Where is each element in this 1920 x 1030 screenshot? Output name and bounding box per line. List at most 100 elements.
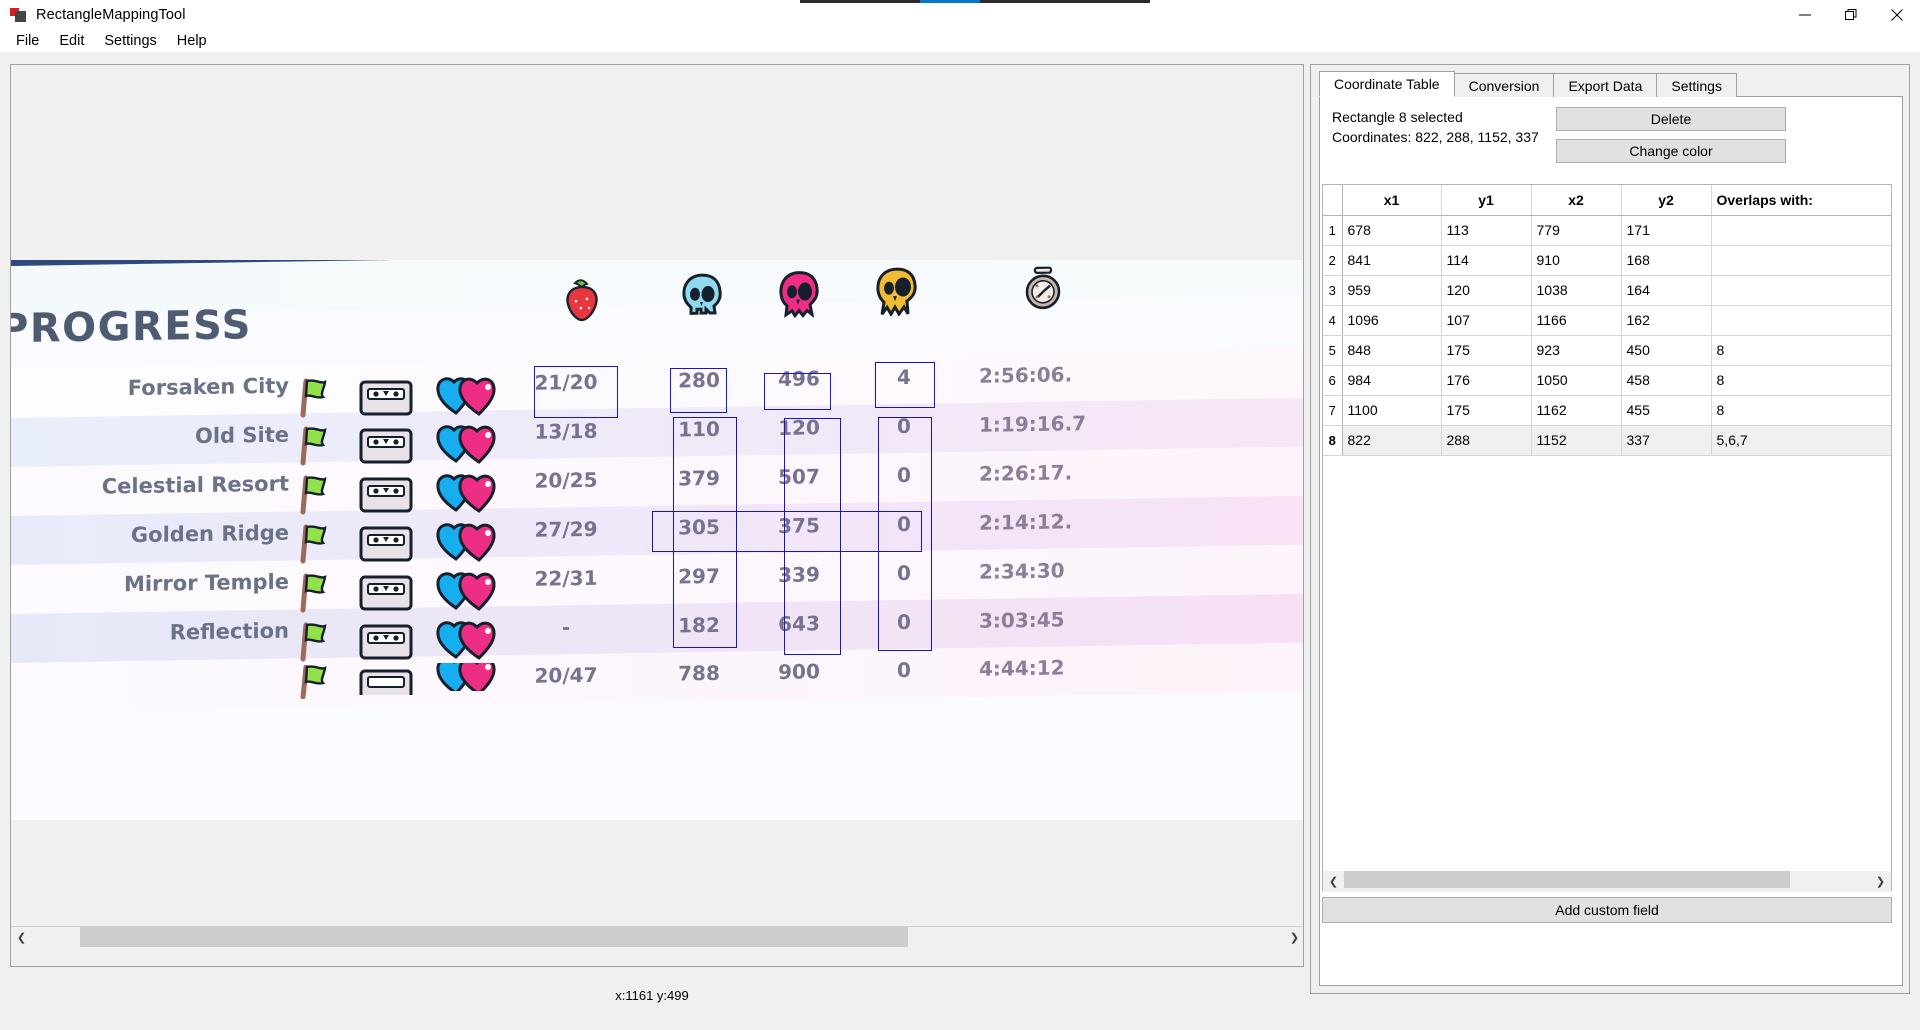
- image-canvas[interactable]: PROGRESS Forsaken City 21/20 280 496 4 2…: [11, 65, 1303, 947]
- table-scroll-left-icon[interactable]: ❮: [1323, 871, 1344, 892]
- cell-x1[interactable]: 848: [1342, 335, 1442, 366]
- row-index[interactable]: 3: [1323, 275, 1343, 306]
- app-icon: [10, 7, 27, 23]
- tab-conversion[interactable]: Conversion: [1453, 73, 1555, 97]
- cell-y2[interactable]: 455: [1621, 395, 1712, 426]
- tab-coordinate-table[interactable]: Coordinate Table: [1319, 71, 1455, 97]
- cell-x2[interactable]: 1050: [1531, 365, 1622, 396]
- cell-y1[interactable]: 175: [1441, 395, 1532, 426]
- table-row-selected[interactable]: 8 822 288 1152 337 5,6,7: [1323, 425, 1891, 456]
- table-row[interactable]: 1 678 113 779 171: [1323, 215, 1891, 246]
- cell-overlaps[interactable]: 8: [1711, 365, 1891, 396]
- maximize-icon[interactable]: [1828, 0, 1874, 30]
- row-index[interactable]: 7: [1323, 395, 1343, 426]
- row-index[interactable]: 6: [1323, 365, 1343, 396]
- cell-overlaps[interactable]: 5,6,7: [1711, 425, 1891, 456]
- cell-y1[interactable]: 175: [1441, 335, 1532, 366]
- delete-button[interactable]: Delete: [1556, 107, 1786, 131]
- hearts-icon: [434, 517, 504, 568]
- canvas-scroll-track[interactable]: [32, 926, 1284, 947]
- table-horizontal-scrollbar[interactable]: ❮ ❯: [1322, 871, 1892, 892]
- table-scroll-thumb[interactable]: [1344, 871, 1790, 888]
- coordinate-table-container[interactable]: x1 y1 x2 y2 Overlaps with: 1 678 113 779: [1322, 184, 1892, 872]
- column-header-overlaps[interactable]: Overlaps with:: [1711, 185, 1891, 216]
- column-header-index[interactable]: [1323, 185, 1343, 216]
- window-controls: [1782, 0, 1920, 30]
- change-color-button[interactable]: Change color: [1556, 139, 1786, 163]
- cell-overlaps[interactable]: 8: [1711, 395, 1891, 426]
- menu-edit[interactable]: Edit: [49, 32, 94, 50]
- cell-x2[interactable]: 923: [1531, 335, 1622, 366]
- row-index[interactable]: 8: [1323, 425, 1343, 456]
- cell-x2[interactable]: 910: [1531, 245, 1622, 276]
- row-index[interactable]: 5: [1323, 335, 1343, 366]
- cell-x2[interactable]: 1162: [1531, 395, 1622, 426]
- row-index[interactable]: 4: [1323, 305, 1343, 336]
- cell-x2[interactable]: 1038: [1531, 275, 1622, 306]
- cell-y2[interactable]: 162: [1621, 305, 1712, 336]
- canvas-scroll-thumb[interactable]: [80, 926, 908, 947]
- window-title: RectangleMappingTool: [36, 7, 186, 23]
- cell-overlaps[interactable]: [1711, 245, 1891, 276]
- cassette-icon: [358, 524, 414, 569]
- table-row[interactable]: 5 848 175 923 450 8: [1323, 335, 1891, 366]
- cell-y2[interactable]: 168: [1621, 245, 1712, 276]
- cell-y1[interactable]: 120: [1441, 275, 1532, 306]
- cell-overlaps[interactable]: 8: [1711, 335, 1891, 366]
- table-scroll-track[interactable]: [1344, 871, 1870, 892]
- tab-export-data[interactable]: Export Data: [1553, 73, 1658, 97]
- cell-x2[interactable]: 1166: [1531, 305, 1622, 336]
- cell-x1[interactable]: 678: [1342, 215, 1442, 246]
- cell-x1[interactable]: 841: [1342, 245, 1442, 276]
- cell-overlaps[interactable]: [1711, 305, 1891, 336]
- scroll-right-icon[interactable]: ❯: [1284, 926, 1303, 947]
- close-icon[interactable]: [1874, 0, 1920, 30]
- cell-x1[interactable]: 822: [1342, 425, 1442, 456]
- table-row[interactable]: 4 1096 107 1166 162: [1323, 305, 1891, 336]
- cell-y2[interactable]: 458: [1621, 365, 1712, 396]
- cell-overlaps[interactable]: [1711, 215, 1891, 246]
- cell-x2[interactable]: 1152: [1531, 425, 1622, 456]
- cell-x1[interactable]: 984: [1342, 365, 1442, 396]
- row-index[interactable]: 2: [1323, 245, 1343, 276]
- table-scroll-right-icon[interactable]: ❯: [1870, 871, 1891, 892]
- cell-y1[interactable]: 113: [1441, 215, 1532, 246]
- canvas-horizontal-scrollbar[interactable]: ❮ ❯: [11, 926, 1303, 947]
- table-row[interactable]: 7 1100 175 1162 455 8: [1323, 395, 1891, 426]
- scroll-left-icon[interactable]: ❮: [11, 926, 32, 947]
- table-row[interactable]: 6 984 176 1050 458 8: [1323, 365, 1891, 396]
- hearts-icon: [434, 371, 504, 422]
- cell-y2[interactable]: 171: [1621, 215, 1712, 246]
- cell-y1[interactable]: 176: [1441, 365, 1532, 396]
- cell-y2[interactable]: 164: [1621, 275, 1712, 306]
- cell-y1[interactable]: 288: [1441, 425, 1532, 456]
- cell-x2[interactable]: 779: [1531, 215, 1622, 246]
- cell-x1[interactable]: 1096: [1342, 305, 1442, 336]
- menu-settings[interactable]: Settings: [94, 32, 166, 50]
- image-canvas-panel[interactable]: PROGRESS Forsaken City 21/20 280 496 4 2…: [10, 64, 1304, 967]
- delete-button-label: Delete: [1650, 111, 1692, 127]
- column-header-x1[interactable]: x1: [1342, 185, 1442, 216]
- menu-help[interactable]: Help: [167, 32, 217, 50]
- cell-y1[interactable]: 114: [1441, 245, 1532, 276]
- column-header-x2[interactable]: x2: [1531, 185, 1622, 216]
- column-header-y1[interactable]: y1: [1441, 185, 1532, 216]
- column-header-y2[interactable]: y2: [1621, 185, 1712, 216]
- cell-y1[interactable]: 107: [1441, 305, 1532, 336]
- flag-icon: [294, 521, 338, 570]
- cell-x1[interactable]: 959: [1342, 275, 1442, 306]
- table-row[interactable]: 3 959 120 1038 164: [1323, 275, 1891, 306]
- hearts-icon: [434, 615, 504, 666]
- table-row[interactable]: 2 841 114 910 168: [1323, 245, 1891, 276]
- menu-bar: File Edit Settings Help: [0, 30, 1920, 52]
- row-index[interactable]: 1: [1323, 215, 1343, 246]
- add-custom-field-button[interactable]: Add custom field: [1322, 897, 1892, 923]
- cell-y2[interactable]: 450: [1621, 335, 1712, 366]
- cell-overlaps[interactable]: [1711, 275, 1891, 306]
- cell-y2[interactable]: 337: [1621, 425, 1712, 456]
- tab-settings[interactable]: Settings: [1656, 73, 1737, 97]
- cell-x1[interactable]: 1100: [1342, 395, 1442, 426]
- menu-file[interactable]: File: [6, 32, 49, 50]
- minimize-icon[interactable]: [1782, 0, 1828, 30]
- tab-label: Coordinate Table: [1334, 76, 1440, 92]
